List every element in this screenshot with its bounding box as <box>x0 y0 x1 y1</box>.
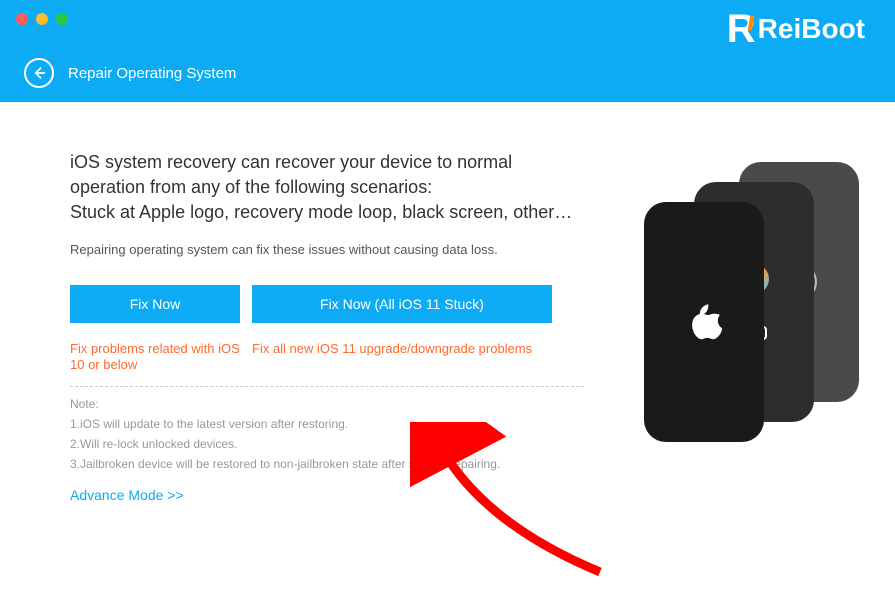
page-title: Repair Operating System <box>68 65 236 82</box>
app-name: ReiBoot <box>758 13 865 45</box>
note-1: 1.iOS will update to the latest version … <box>70 417 584 431</box>
heading-line1: iOS system recovery can recover your dev… <box>70 152 512 197</box>
apple-icon <box>685 300 723 344</box>
app-logo: RReiBoot <box>727 7 865 52</box>
titlebar: RReiBoot <box>0 0 895 58</box>
notes: Note: 1.iOS will update to the latest ve… <box>70 386 584 471</box>
close-icon[interactable] <box>16 13 28 25</box>
fix-now-ios11-button[interactable]: Fix Now (All iOS 11 Stuck) <box>252 285 552 323</box>
main-content: iOS system recovery can recover your dev… <box>0 102 614 505</box>
subheader: Repair Operating System <box>0 58 895 102</box>
phone-apple-logo <box>644 202 764 442</box>
heading: iOS system recovery can recover your dev… <box>70 150 584 226</box>
advance-mode-link[interactable]: Advance Mode >> <box>70 487 184 503</box>
note-3: 3.Jailbroken device will be restored to … <box>70 457 584 471</box>
minimize-icon[interactable] <box>36 13 48 25</box>
note-2: 2.Will re-lock unlocked devices. <box>70 437 584 451</box>
subtext: Repairing operating system can fix these… <box>70 242 584 257</box>
device-illustration: ? ♪ <box>614 102 895 505</box>
heading-line2: Stuck at Apple logo, recovery mode loop,… <box>70 202 572 222</box>
fix-now-caption: Fix problems related with iOS 10 or belo… <box>70 341 240 375</box>
window-controls <box>16 13 68 25</box>
fix-now-button[interactable]: Fix Now <box>70 285 240 323</box>
fix-now-ios11-caption: Fix all new iOS 11 upgrade/downgrade pro… <box>252 341 552 375</box>
note-label: Note: <box>70 397 584 411</box>
maximize-icon[interactable] <box>56 13 68 25</box>
arrow-left-icon <box>31 65 47 81</box>
back-button[interactable] <box>24 58 54 88</box>
